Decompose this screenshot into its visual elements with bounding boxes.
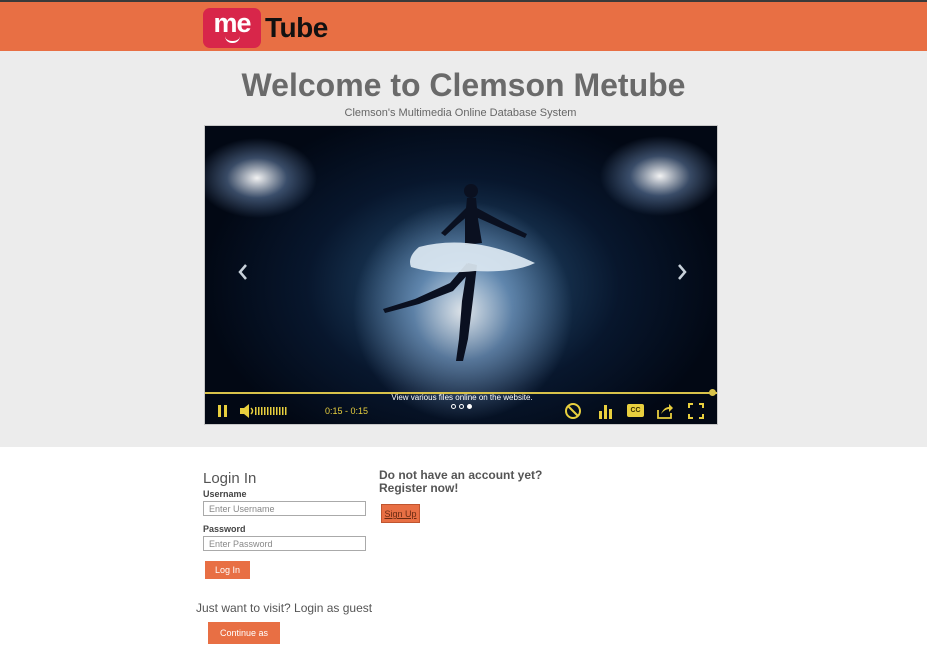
smile-icon <box>225 36 240 43</box>
register-prompt: Do not have an account yet? Register now… <box>379 469 542 495</box>
signup-button[interactable]: Sign Up <box>381 504 420 523</box>
block-icon[interactable] <box>564 402 582 420</box>
site-header: me Tube <box>0 0 927 51</box>
metube-logo[interactable]: me Tube <box>203 8 328 48</box>
register-prompt-line2: Register now! <box>379 481 459 495</box>
continue-as-guest-button[interactable]: Continue as Guest <box>208 622 280 644</box>
video-controls: 0:15 - 0:15 CC <box>205 396 717 424</box>
password-label: Password <box>203 524 246 534</box>
chevron-right-icon <box>678 264 687 280</box>
page-title: Welcome to Clemson Metube <box>241 67 686 103</box>
logo-me-text: me <box>213 8 251 38</box>
share-icon[interactable] <box>656 402 674 420</box>
username-input[interactable] <box>203 501 366 516</box>
guest-prompt: Just want to visit? Login as guest <box>196 601 373 615</box>
carousel-next-button[interactable] <box>676 264 688 284</box>
logo-tube-text: Tube <box>265 12 328 43</box>
pause-button[interactable] <box>218 405 228 417</box>
volume-icon[interactable] <box>240 404 290 418</box>
login-title: Login In <box>203 470 257 487</box>
logo-badge: me <box>203 8 261 48</box>
username-label: Username <box>203 489 247 499</box>
chevron-left-icon <box>238 264 247 280</box>
media-carousel[interactable]: View various files online on the website… <box>204 125 718 425</box>
carousel-prev-button[interactable] <box>237 264 249 284</box>
login-button[interactable]: Log In <box>205 561 250 579</box>
stats-icon[interactable] <box>597 402 615 420</box>
video-time: 0:15 - 0:15 <box>325 406 369 416</box>
cc-icon[interactable]: CC <box>627 404 644 417</box>
hero-section: Welcome to Clemson Metube Clemson's Mult… <box>0 51 927 447</box>
password-input[interactable] <box>203 536 366 551</box>
page-subtitle: Clemson's Multimedia Online Database Sys… <box>344 107 577 119</box>
fullscreen-icon[interactable] <box>687 402 705 420</box>
ballerina-image <box>383 184 535 361</box>
